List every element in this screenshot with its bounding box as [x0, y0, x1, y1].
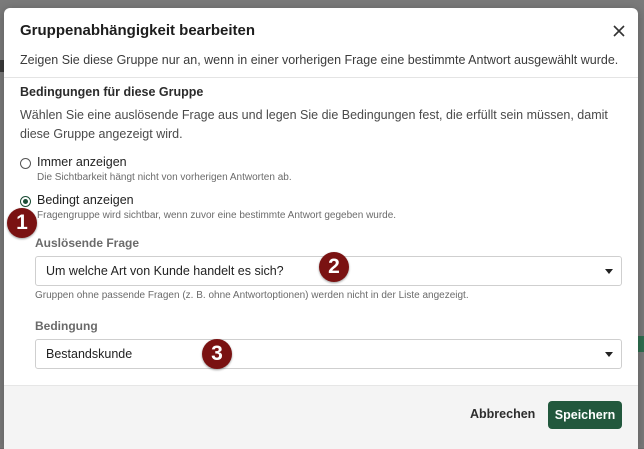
trigger-question-hint: Gruppen ohne passende Fragen (z. B. ohne… — [35, 290, 469, 301]
always-hint: Die Sichtbarkeit hängt nicht von vorheri… — [37, 172, 292, 183]
radio-option-always[interactable]: Immer anzeigen Die Sichtbarkeit hängt ni… — [20, 155, 292, 183]
always-radio[interactable] — [20, 158, 31, 169]
radio-option-conditional[interactable]: Bedingt anzeigen Fragengruppe wird sicht… — [20, 193, 396, 221]
caret-down-icon — [597, 268, 621, 274]
cancel-button[interactable]: Abbrechen — [470, 407, 535, 421]
group-dependency-dialog: Gruppenabhängigkeit bearbeiten Zeigen Si… — [4, 8, 638, 449]
always-label: Immer anzeigen — [37, 155, 127, 169]
conditional-label: Bedingt anzeigen — [37, 193, 134, 207]
caret-down-icon — [597, 351, 621, 357]
trigger-question-value: Um welche Art von Kunde handelt es sich? — [46, 264, 284, 278]
condition-label: Bedingung — [35, 319, 98, 333]
conditional-radio[interactable] — [20, 196, 31, 207]
conditions-description: Wählen Sie eine auslösende Frage aus und… — [20, 108, 608, 141]
trigger-question-label: Auslösende Frage — [35, 236, 140, 250]
divider — [4, 77, 638, 78]
background-fragment — [638, 336, 644, 352]
conditions-title: Bedingungen für diese Gruppe — [20, 85, 204, 99]
close-button[interactable] — [608, 20, 630, 42]
dialog-footer: Abbrechen Speichern — [4, 385, 638, 449]
annotation-marker-2: 2 — [319, 252, 349, 282]
save-button[interactable]: Speichern — [548, 401, 622, 429]
annotation-marker-3: 3 — [202, 339, 232, 369]
condition-value: Bestandskunde — [46, 347, 133, 361]
close-icon — [613, 25, 625, 37]
conditional-hint: Fragengruppe wird sichtbar, wenn zuvor e… — [37, 210, 397, 221]
condition-select[interactable]: Bestandskunde — [35, 339, 622, 369]
dialog-title: Gruppenabhängigkeit bearbeiten — [20, 22, 256, 39]
annotation-marker-1: 1 — [7, 208, 37, 238]
dialog-subtitle: Zeigen Sie diese Gruppe nur an, wenn in … — [20, 53, 619, 67]
